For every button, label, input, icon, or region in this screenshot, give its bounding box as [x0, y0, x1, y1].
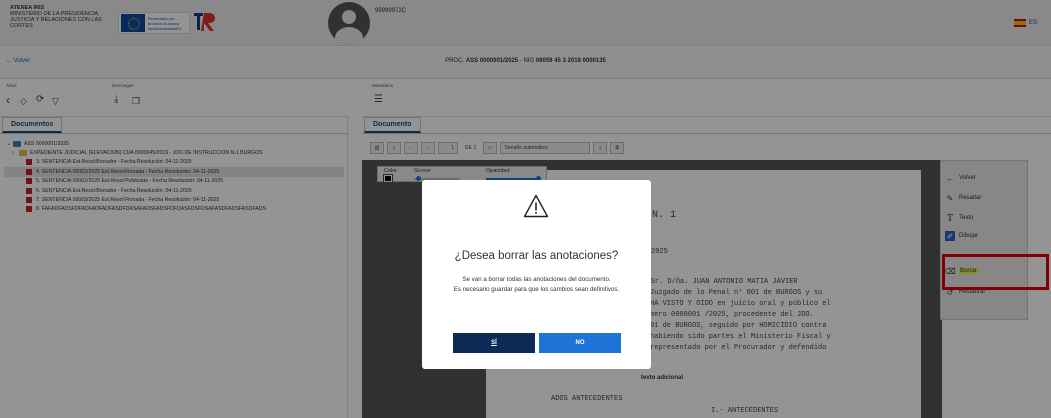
dialog-message-line: Es necesario guardar para que los cambio… — [453, 285, 620, 293]
confirm-dialog: ¿Desea borrar las anotaciones? Se van a … — [422, 180, 651, 369]
dialog-title: ¿Desea borrar las anotaciones? — [454, 250, 619, 262]
dialog-message-line: Se van a borrar todas las anotaciones de… — [462, 276, 611, 283]
dialog-message: Se van a borrar todas las anotaciones de… — [444, 275, 629, 294]
warning-icon — [523, 194, 549, 218]
yes-label: SÍ — [491, 340, 497, 346]
confirm-no-button[interactable]: NO — [539, 333, 621, 353]
confirm-yes-button[interactable]: SÍ — [453, 333, 535, 353]
